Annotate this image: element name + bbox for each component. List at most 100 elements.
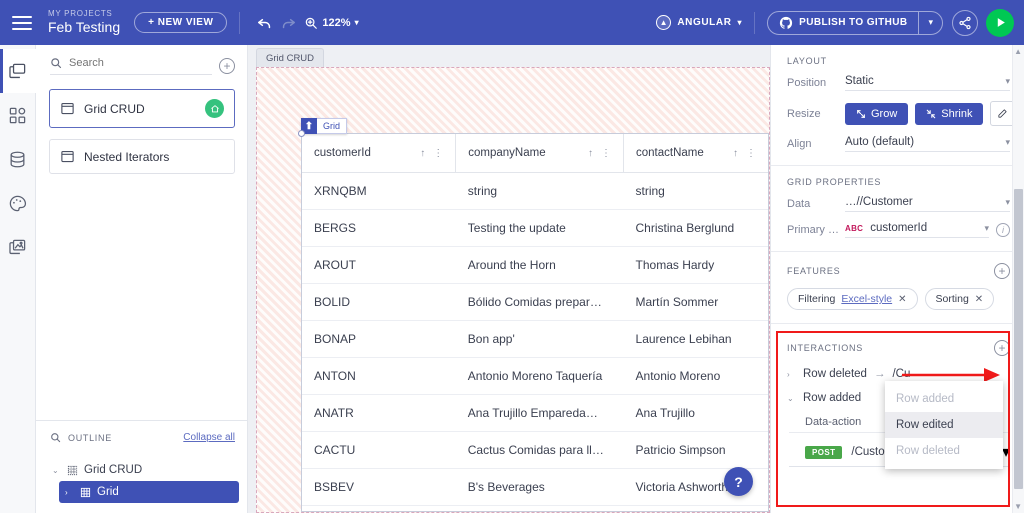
zoom-control[interactable]: 122% ▾ bbox=[304, 16, 358, 30]
column-header-contactname[interactable]: contactName ↑ ⋮ bbox=[624, 134, 768, 173]
rail-item-data[interactable] bbox=[0, 137, 36, 181]
table-cell-companyname[interactable]: Ana Trujillo Empareda… bbox=[456, 395, 624, 432]
share-button[interactable] bbox=[952, 10, 978, 36]
chip-filtering[interactable]: Filtering Excel-style ✕ bbox=[787, 288, 918, 310]
add-feature-button[interactable]: + bbox=[994, 263, 1010, 279]
hamburger-menu-icon[interactable] bbox=[12, 16, 32, 30]
help-button[interactable]: ? bbox=[724, 467, 753, 496]
chip-sorting[interactable]: Sorting ✕ bbox=[925, 288, 995, 310]
table-cell-contactname[interactable]: Patricio Simpson bbox=[624, 432, 768, 469]
table-cell-companyname[interactable]: Cactus Comidas para ll… bbox=[456, 432, 624, 469]
table-cell-customerid[interactable]: BONAP bbox=[302, 321, 456, 358]
publish-dropdown-caret[interactable]: ▾ bbox=[919, 12, 942, 34]
chip-link-excel-style[interactable]: Excel-style bbox=[841, 293, 892, 305]
table-cell-companyname[interactable]: Around the Horn bbox=[456, 247, 624, 284]
table-row[interactable]: ANTONAntonio Moreno TaqueríaAntonio More… bbox=[302, 358, 768, 395]
publish-to-github-button[interactable]: PUBLISH TO GITHUB ▾ bbox=[767, 11, 943, 35]
chip-remove-icon[interactable]: ✕ bbox=[975, 294, 983, 305]
table-cell-companyname[interactable]: Antonio Moreno Taquería bbox=[456, 358, 624, 395]
column-menu-icon[interactable]: ⋮ bbox=[601, 148, 611, 159]
table-row[interactable]: AROUTAround the HornThomas Hardy bbox=[302, 247, 768, 284]
table-cell-companyname[interactable]: Bólido Comidas prepar… bbox=[456, 284, 624, 321]
table-row[interactable]: BSBEVB's BeveragesVictoria Ashworth bbox=[302, 469, 768, 506]
grid-component[interactable]: customerId ↑ ⋮ company bbox=[301, 133, 769, 512]
view-card-nested-iterators[interactable]: Nested Iterators bbox=[49, 139, 235, 174]
table-row[interactable]: BONAPBon app'Laurence Lebihan bbox=[302, 321, 768, 358]
data-select[interactable]: …//Customer ▾ bbox=[845, 196, 1010, 212]
canvas-stage[interactable]: ⬆ Grid customerId ↑ bbox=[256, 67, 770, 513]
table-cell-contactname[interactable]: Antonio Moreno bbox=[624, 358, 768, 395]
table-cell-customerid[interactable]: CENTC bbox=[302, 506, 456, 513]
shrink-button[interactable]: Shrink bbox=[915, 103, 983, 125]
table-row[interactable]: CENTCCentro comercial Moct…Francisco Cha… bbox=[302, 506, 768, 513]
column-header-companyname[interactable]: companyName ↑ ⋮ bbox=[456, 134, 624, 173]
table-cell-companyname[interactable]: B's Beverages bbox=[456, 469, 624, 506]
resize-handle[interactable] bbox=[298, 130, 305, 137]
component-badge-grid[interactable]: ⬆ Grid bbox=[301, 118, 347, 134]
scroll-down-arrow-icon[interactable]: ▼ bbox=[1014, 502, 1022, 511]
chevron-down-icon[interactable]: ⌄ bbox=[52, 466, 61, 475]
table-cell-contactname[interactable]: Martín Sommer bbox=[624, 284, 768, 321]
table-cell-companyname[interactable]: string bbox=[456, 173, 624, 210]
table-cell-customerid[interactable]: CACTU bbox=[302, 432, 456, 469]
table-cell-contactname[interactable]: Christina Berglund bbox=[624, 210, 768, 247]
table-cell-companyname[interactable]: Centro comercial Moct… bbox=[456, 506, 624, 513]
properties-scrollbar[interactable]: ▲ ▼ bbox=[1012, 45, 1024, 513]
align-select[interactable]: Auto (default) ▾ bbox=[845, 136, 1010, 152]
tree-node-grid-crud[interactable]: ⌄ Grid CRUD bbox=[46, 459, 239, 481]
undo-icon[interactable] bbox=[252, 11, 276, 35]
table-row[interactable]: CACTUCactus Comidas para ll…Patricio Sim… bbox=[302, 432, 768, 469]
table-row[interactable]: BOLIDBólido Comidas prepar…Martín Sommer bbox=[302, 284, 768, 321]
table-cell-contactname[interactable]: Francisco Chang bbox=[624, 506, 768, 513]
interaction-type-menu[interactable]: Row added Row edited Row deleted bbox=[885, 381, 1003, 469]
menu-item-row-edited[interactable]: Row edited bbox=[885, 412, 1003, 438]
table-cell-customerid[interactable]: BOLID bbox=[302, 284, 456, 321]
canvas-tab-grid-crud[interactable]: Grid CRUD bbox=[256, 48, 324, 67]
scroll-up-arrow-icon[interactable]: ▲ bbox=[1014, 47, 1022, 56]
tree-node-grid[interactable]: › Grid bbox=[59, 481, 239, 503]
table-cell-customerid[interactable]: ANTON bbox=[302, 358, 456, 395]
scrollbar-thumb[interactable] bbox=[1014, 189, 1023, 489]
search-input[interactable] bbox=[69, 57, 212, 69]
table-cell-companyname[interactable]: Testing the update bbox=[456, 210, 624, 247]
info-icon[interactable]: i bbox=[996, 223, 1010, 237]
table-cell-customerid[interactable]: XRNQBM bbox=[302, 173, 456, 210]
redo-icon[interactable] bbox=[276, 11, 300, 35]
table-row[interactable]: ANATRAna Trujillo Empareda…Ana Trujillo bbox=[302, 395, 768, 432]
sort-asc-icon[interactable]: ↑ bbox=[588, 148, 593, 159]
column-menu-icon[interactable]: ⋮ bbox=[433, 148, 443, 159]
add-interaction-button[interactable]: + bbox=[994, 340, 1010, 356]
collapse-all-link[interactable]: Collapse all bbox=[183, 432, 235, 443]
chevron-right-icon[interactable]: › bbox=[787, 370, 796, 379]
table-row[interactable]: XRNQBMstringstring bbox=[302, 173, 768, 210]
table-cell-customerid[interactable]: BSBEV bbox=[302, 469, 456, 506]
column-menu-icon[interactable]: ⋮ bbox=[746, 148, 756, 159]
table-cell-contactname[interactable]: Ana Trujillo bbox=[624, 395, 768, 432]
table-cell-companyname[interactable]: Bon app' bbox=[456, 321, 624, 358]
table-cell-contactname[interactable]: Thomas Hardy bbox=[624, 247, 768, 284]
add-view-button[interactable]: + bbox=[219, 58, 235, 74]
view-card-grid-crud[interactable]: Grid CRUD bbox=[49, 89, 235, 128]
table-row[interactable]: BERGSTesting the updateChristina Berglun… bbox=[302, 210, 768, 247]
rail-item-views[interactable] bbox=[0, 49, 36, 93]
primary-key-select[interactable]: ABC customerId ▾ bbox=[845, 222, 989, 238]
sort-asc-icon[interactable]: ↑ bbox=[733, 148, 738, 159]
rail-item-components[interactable] bbox=[0, 93, 36, 137]
chip-remove-icon[interactable]: ✕ bbox=[898, 294, 906, 305]
preview-run-button[interactable] bbox=[986, 9, 1014, 37]
table-cell-customerid[interactable]: ANATR bbox=[302, 395, 456, 432]
chevron-right-icon[interactable]: › bbox=[65, 488, 74, 497]
chevron-down-icon[interactable]: ⌄ bbox=[787, 394, 796, 403]
new-view-button[interactable]: + NEW VIEW bbox=[134, 12, 227, 33]
sort-asc-icon[interactable]: ↑ bbox=[420, 148, 425, 159]
rail-item-assets[interactable] bbox=[0, 225, 36, 269]
position-select[interactable]: Static ▾ bbox=[845, 75, 1010, 91]
table-cell-contactname[interactable]: Laurence Lebihan bbox=[624, 321, 768, 358]
table-cell-customerid[interactable]: BERGS bbox=[302, 210, 456, 247]
grow-button[interactable]: Grow bbox=[845, 103, 908, 125]
column-header-customerid[interactable]: customerId ↑ ⋮ bbox=[302, 134, 456, 173]
table-cell-customerid[interactable]: AROUT bbox=[302, 247, 456, 284]
rail-item-theme[interactable] bbox=[0, 181, 36, 225]
framework-selector[interactable]: ▲ ANGULAR ▾ bbox=[656, 15, 742, 30]
table-cell-contactname[interactable]: string bbox=[624, 173, 768, 210]
